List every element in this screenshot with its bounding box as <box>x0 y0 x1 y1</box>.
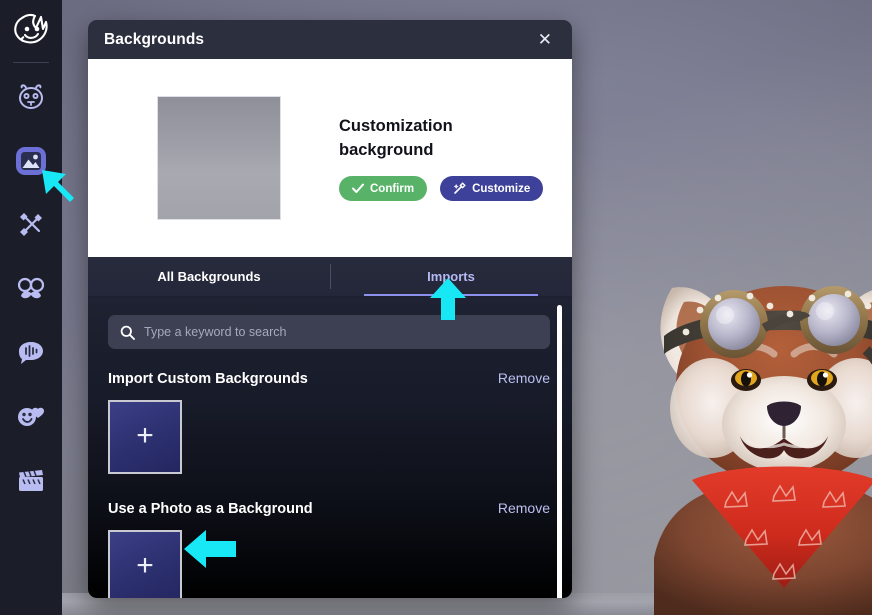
preview-panel: Customization background Confirm Customi… <box>88 59 572 257</box>
avatar-face-logo-icon <box>14 13 48 44</box>
search-icon <box>120 325 135 340</box>
customize-button[interactable]: Customize <box>440 176 544 202</box>
glasses-mustache-icon <box>17 277 45 299</box>
background-thumbnail[interactable] <box>157 96 281 220</box>
scrollbar-thumb[interactable] <box>557 305 562 598</box>
dialog-tabs: All Backgrounds Imports <box>88 257 572 297</box>
backgrounds-dialog: Backgrounds ✕ Customization background C… <box>88 20 572 598</box>
confirm-button-label: Confirm <box>370 182 415 195</box>
annotation-arrow-sidebar <box>42 170 74 202</box>
sidebar-divider <box>13 62 49 63</box>
avatar-preview[interactable] <box>634 258 872 615</box>
plus-icon: + <box>136 548 154 582</box>
left-sidebar <box>0 0 62 615</box>
close-icon[interactable]: ✕ <box>534 28 556 51</box>
app-logo[interactable] <box>8 8 54 54</box>
annotation-arrow-imports-tab <box>430 278 466 320</box>
sidebar-item-scenes[interactable] <box>9 459 53 503</box>
app-root: Backgrounds ✕ Customization background C… <box>0 0 872 615</box>
smiley-heart-icon <box>18 407 45 426</box>
speech-bubble-waveform-icon <box>19 342 43 364</box>
section-title: Use a Photo as a Background <box>108 501 313 517</box>
panda-face-icon <box>19 84 43 109</box>
sidebar-item-stickers[interactable] <box>9 395 53 439</box>
check-icon <box>352 184 364 194</box>
confirm-button[interactable]: Confirm <box>339 176 428 202</box>
preview-actions: Confirm Customize <box>339 176 550 202</box>
section-header-import-custom-backgrounds: Import Custom Backgrounds Remove <box>108 370 550 387</box>
search-input[interactable] <box>144 325 538 339</box>
preview-text-block: Customization background Confirm Customi… <box>339 115 550 202</box>
remove-link-use-a-photo-as-a-background[interactable]: Remove <box>498 500 550 516</box>
search-bar[interactable] <box>108 315 550 349</box>
clapperboard-icon <box>19 470 43 491</box>
scrollbar-track[interactable] <box>557 301 567 598</box>
tab-all-backgrounds[interactable]: All Backgrounds <box>88 257 330 296</box>
tile-row-use-a-photo-as-a-background: + <box>108 530 550 598</box>
annotation-arrow-photo-tile <box>184 530 236 568</box>
plus-icon: + <box>136 418 154 452</box>
dialog-content: Import Custom Backgrounds Remove + Use a… <box>88 297 572 598</box>
tile-row-import-custom-backgrounds: + <box>108 400 550 474</box>
sidebar-item-characters[interactable] <box>9 75 53 119</box>
section-header-use-a-photo-as-a-background: Use a Photo as a Background Remove <box>108 500 550 517</box>
section-title: Import Custom Backgrounds <box>108 371 308 387</box>
magic-wand-icon <box>453 182 466 195</box>
red-panda-avatar <box>654 286 872 615</box>
sidebar-item-voice[interactable] <box>9 331 53 375</box>
add-photo-background-tile[interactable]: + <box>108 530 182 598</box>
preview-title: Customization background <box>339 116 453 159</box>
remove-link-import-custom-backgrounds[interactable]: Remove <box>498 370 550 386</box>
add-custom-background-tile[interactable]: + <box>108 400 182 474</box>
dialog-header: Backgrounds ✕ <box>88 20 572 59</box>
sidebar-item-accessories[interactable] <box>9 267 53 311</box>
image-landscape-icon <box>21 152 41 170</box>
customize-button-label: Customize <box>472 182 531 195</box>
dialog-title: Backgrounds <box>104 30 205 48</box>
